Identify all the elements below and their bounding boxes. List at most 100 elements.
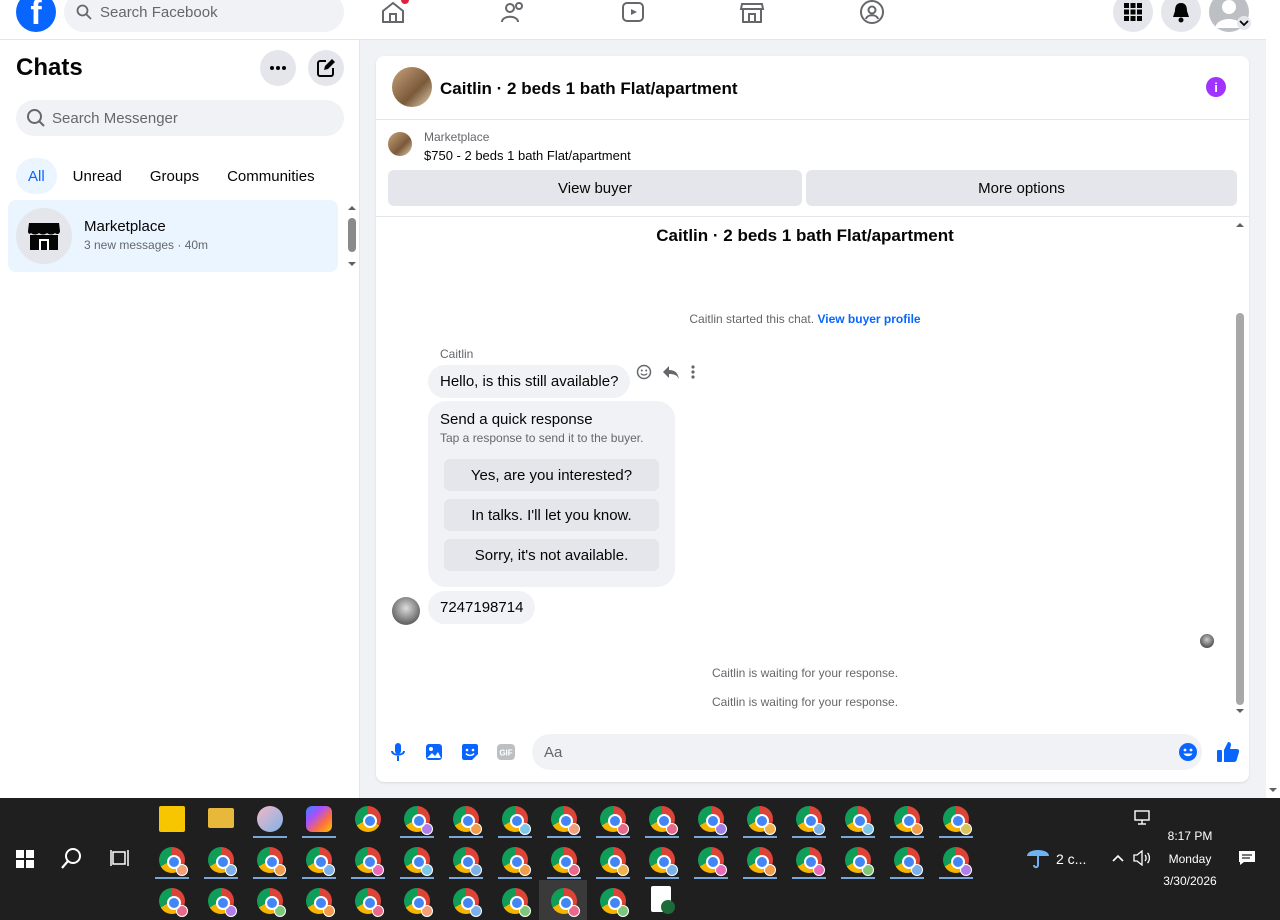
search-messenger-input[interactable]: Search Messenger: [16, 100, 344, 136]
facebook-logo[interactable]: f: [16, 0, 56, 32]
chrome-profile-window-icon[interactable]: [208, 888, 237, 917]
more-options-button[interactable]: More options: [806, 170, 1237, 206]
chrome-profile-window-icon[interactable]: [208, 847, 237, 876]
paint-app-icon[interactable]: [257, 806, 283, 832]
friends-nav-button[interactable]: [499, 0, 527, 26]
attach-photo-button[interactable]: [424, 742, 444, 762]
chrome-profile-window-icon[interactable]: [747, 847, 776, 876]
quick-response-option-3[interactable]: Sorry, it's not available.: [444, 539, 659, 571]
chrome-profile-window-icon[interactable]: [257, 847, 286, 876]
sticker-button[interactable]: [460, 742, 480, 762]
search-facebook-input[interactable]: Search Facebook: [64, 0, 344, 32]
chrome-profile-window-icon[interactable]: [600, 888, 629, 917]
chevron-up-icon[interactable]: [1111, 853, 1125, 863]
chrome-profile-window-icon[interactable]: [894, 806, 923, 835]
filter-communities[interactable]: Communities: [215, 158, 327, 194]
account-avatar-button[interactable]: [1209, 0, 1251, 32]
notification-center-icon[interactable]: [1238, 850, 1256, 866]
task-view-icon[interactable]: [110, 848, 130, 868]
conversation-title[interactable]: Caitlin · 2 beds 1 bath Flat/apartment: [440, 79, 738, 99]
taskbar-search-icon[interactable]: [60, 846, 84, 870]
chrome-profile-window-icon[interactable]: [355, 888, 384, 917]
filter-unread[interactable]: Unread: [61, 158, 134, 194]
marketplace-nav-button[interactable]: [738, 0, 766, 26]
chrome-profile-window-icon[interactable]: [404, 806, 433, 835]
react-emoji-icon[interactable]: [636, 364, 652, 380]
windows-start-icon[interactable]: [16, 850, 34, 868]
copilot-app-icon[interactable]: [306, 806, 332, 832]
sender-avatar[interactable]: [392, 597, 420, 625]
network-icon[interactable]: [1133, 810, 1151, 826]
quick-response-option-2[interactable]: In talks. I'll let you know.: [444, 499, 659, 531]
chrome-profile-window-icon[interactable]: [796, 847, 825, 876]
chrome-profile-window-icon[interactable]: [845, 847, 874, 876]
chrome-profile-window-icon[interactable]: [600, 806, 629, 835]
sidebar-scroll-thumb[interactable]: [348, 218, 356, 252]
notifications-button[interactable]: [1161, 0, 1201, 32]
chrome-profile-window-icon[interactable]: [698, 847, 727, 876]
video-nav-button[interactable]: [619, 0, 647, 26]
voice-clip-button[interactable]: [388, 742, 408, 762]
volume-icon[interactable]: [1133, 850, 1151, 866]
thumbs-up-icon[interactable]: [1216, 740, 1240, 764]
chrome-app-icon[interactable]: [355, 806, 381, 832]
chrome-profile-window-icon[interactable]: [502, 806, 531, 835]
chrome-profile-window-icon[interactable]: [159, 888, 188, 917]
listing-avatar[interactable]: [392, 67, 432, 107]
chrome-profile-window-icon[interactable]: [453, 847, 482, 876]
weather-umbrella-icon[interactable]: [1025, 845, 1051, 869]
filter-all[interactable]: All: [16, 158, 57, 194]
listing-thumbnail[interactable]: [388, 132, 412, 156]
view-buyer-profile-link[interactable]: View buyer profile: [817, 312, 920, 326]
chrome-profile-window-icon[interactable]: [306, 888, 335, 917]
gif-button[interactable]: GIF: [496, 742, 516, 762]
chrome-profile-window-icon[interactable]: [649, 806, 678, 835]
clock-day[interactable]: Monday: [1160, 852, 1220, 866]
info-icon[interactable]: i: [1206, 77, 1226, 97]
filter-groups[interactable]: Groups: [138, 158, 211, 194]
more-vertical-icon[interactable]: [690, 364, 696, 380]
file-explorer-icon[interactable]: [208, 808, 234, 828]
menu-grid-button[interactable]: [1113, 0, 1153, 32]
clock-date[interactable]: 3/30/2026: [1160, 874, 1220, 888]
chrome-profile-window-icon[interactable]: [257, 888, 286, 917]
sticky-notes-app-icon[interactable]: [159, 806, 185, 832]
chrome-profile-window-icon[interactable]: [698, 806, 727, 835]
chrome-profile-window-icon[interactable]: [551, 806, 580, 835]
groups-nav-button[interactable]: [858, 0, 886, 26]
page-scrollbar[interactable]: [1266, 0, 1280, 798]
emoji-icon[interactable]: [1178, 742, 1198, 762]
chrome-profile-window-icon[interactable]: [453, 888, 482, 917]
new-message-button[interactable]: [308, 50, 344, 86]
chrome-profile-window-icon[interactable]: [649, 847, 678, 876]
chrome-profile-window-icon[interactable]: [453, 806, 482, 835]
chrome-profile-window-icon[interactable]: [796, 806, 825, 835]
message-bubble-second[interactable]: 7247198714: [428, 591, 536, 624]
chrome-profile-window-icon[interactable]: [845, 806, 874, 835]
chrome-profile-window-icon[interactable]: [551, 888, 580, 917]
chrome-profile-window-icon[interactable]: [404, 888, 433, 917]
listing-price-title[interactable]: $750 - 2 beds 1 bath Flat/apartment: [424, 148, 631, 163]
reply-icon[interactable]: [662, 364, 680, 380]
chrome-profile-window-icon[interactable]: [943, 847, 972, 876]
chrome-profile-window-icon[interactable]: [159, 847, 188, 876]
chrome-profile-window-icon[interactable]: [551, 847, 580, 876]
weather-text[interactable]: 2 c...: [1056, 851, 1086, 867]
home-nav-button[interactable]: [379, 0, 409, 26]
message-bubble-first[interactable]: Hello, is this still available?: [428, 365, 631, 398]
sidebar-scrollbar[interactable]: [346, 204, 358, 270]
message-input[interactable]: Aa: [532, 734, 1202, 770]
chat-list-item-marketplace[interactable]: Marketplace 3 new messages · 40m: [8, 200, 338, 272]
chrome-profile-window-icon[interactable]: [502, 888, 531, 917]
quick-response-option-1[interactable]: Yes, are you interested?: [444, 459, 659, 491]
document-app-icon[interactable]: [651, 886, 675, 914]
chrome-profile-window-icon[interactable]: [943, 806, 972, 835]
view-buyer-button[interactable]: View buyer: [388, 170, 802, 206]
chrome-profile-window-icon[interactable]: [747, 806, 776, 835]
chats-options-button[interactable]: [260, 50, 296, 86]
chrome-profile-window-icon[interactable]: [894, 847, 923, 876]
chrome-profile-window-icon[interactable]: [306, 847, 335, 876]
chrome-profile-window-icon[interactable]: [355, 847, 384, 876]
thread-scroll-thumb[interactable]: [1236, 313, 1244, 705]
clock-time[interactable]: 8:17 PM: [1160, 829, 1220, 843]
